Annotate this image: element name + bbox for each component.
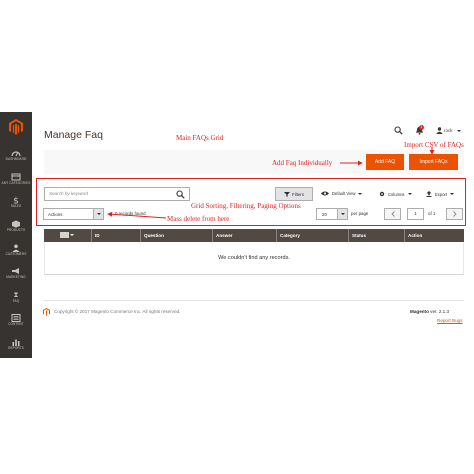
screenshot: DASHBOARD AMT CATEGORIES $ SALES PRODUCT… [0,0,474,474]
arrow-to-mass-actions [107,211,167,219]
annotation-arrows [107,147,435,219]
